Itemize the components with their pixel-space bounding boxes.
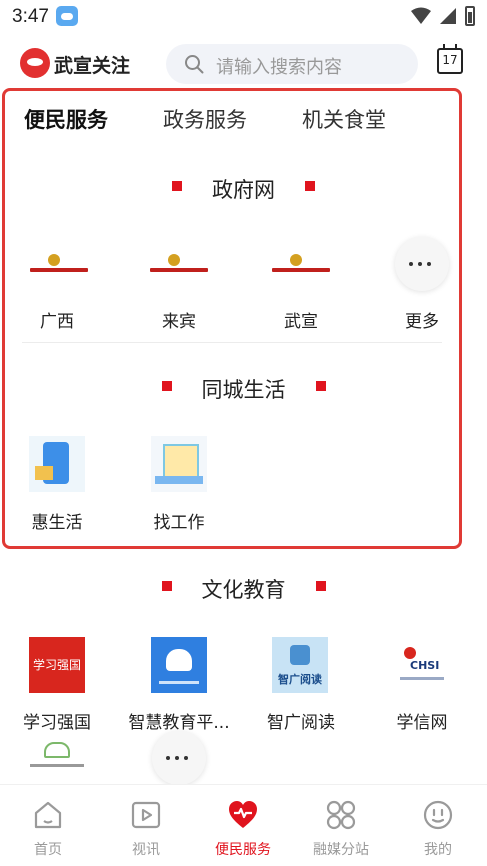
gov-item-more[interactable]: 更多 bbox=[382, 307, 462, 332]
battery-icon bbox=[465, 6, 475, 26]
zhiguang-tile-text: 智广阅读 bbox=[278, 673, 322, 686]
search-placeholder: 请输入搜索内容 bbox=[216, 57, 342, 78]
city-section-title: 同城生活 bbox=[201, 378, 286, 402]
heart-service-icon bbox=[229, 801, 257, 828]
national-culture-logo[interactable] bbox=[28, 740, 88, 780]
nav-video-label: 视讯 bbox=[132, 842, 160, 858]
chsi-tile-text: CHSI bbox=[410, 659, 440, 672]
xuexi-tile-text: 学习强国 bbox=[32, 658, 81, 672]
nav-home[interactable]: 首页 bbox=[8, 795, 88, 865]
chsi-logo[interactable]: CHSI bbox=[394, 637, 450, 693]
nav-home-label: 首页 bbox=[34, 842, 62, 858]
wifi-icon bbox=[411, 7, 431, 24]
zhiguang-reading-logo[interactable]: 智广阅读 bbox=[272, 637, 328, 693]
guangxi-logo-text bbox=[30, 268, 88, 272]
status-icons bbox=[411, 6, 475, 26]
nav-media-label: 融媒分站 bbox=[313, 842, 369, 858]
culture-section-title: 文化教育 bbox=[201, 578, 286, 602]
more-dots-icon bbox=[166, 756, 170, 760]
grid-icon bbox=[326, 800, 356, 830]
nav-media[interactable]: 融媒分站 bbox=[301, 795, 381, 865]
laibin-logo-text bbox=[150, 268, 208, 272]
gov-section-title: 政府网 bbox=[212, 178, 275, 202]
nav-profile-label: 我的 bbox=[424, 842, 452, 858]
tab-convenience[interactable]: 便民服务 bbox=[24, 104, 108, 134]
more-culture-button[interactable] bbox=[152, 731, 206, 785]
hui-life-image[interactable] bbox=[29, 436, 85, 492]
culture-item-zhiguang[interactable]: 智广阅读 bbox=[261, 708, 341, 733]
find-job-image[interactable] bbox=[151, 436, 207, 492]
nav-service-label: 便民服务 bbox=[215, 842, 271, 858]
tab-bar: 便民服务 政务服务 机关食堂 bbox=[24, 104, 464, 140]
smile-icon bbox=[423, 800, 453, 830]
search-icon bbox=[185, 55, 204, 74]
signal-icon bbox=[440, 8, 456, 24]
more-dots-icon bbox=[409, 262, 413, 266]
home-icon bbox=[34, 801, 62, 829]
video-icon bbox=[131, 801, 161, 829]
title-marker-right bbox=[316, 581, 326, 591]
nav-profile[interactable]: 我的 bbox=[398, 795, 478, 865]
search-input[interactable]: 请输入搜索内容 bbox=[166, 44, 418, 84]
wuxuan-logo[interactable] bbox=[272, 254, 330, 274]
smart-education-logo[interactable] bbox=[151, 637, 207, 693]
culture-item-xuexi[interactable]: 学习强国 bbox=[17, 708, 97, 733]
tab-canteen[interactable]: 机关食堂 bbox=[302, 104, 386, 134]
bottom-nav: 首页 视讯 便民服务 融媒分站 我的 bbox=[0, 784, 487, 866]
app-logo bbox=[20, 48, 50, 78]
national-emblem-icon bbox=[168, 254, 180, 266]
gov-item-laibin[interactable]: 来宾 bbox=[139, 307, 219, 332]
wuxuan-logo-text bbox=[272, 268, 330, 272]
city-item-find-job[interactable]: 找工作 bbox=[139, 508, 219, 533]
status-time: 3:47 bbox=[12, 6, 49, 27]
app-title: 武宣关注 bbox=[54, 55, 131, 77]
guangxi-logo[interactable] bbox=[30, 254, 88, 274]
title-marker-right bbox=[305, 181, 315, 191]
cloud-notification-icon bbox=[56, 6, 78, 26]
national-emblem-icon bbox=[290, 254, 302, 266]
calendar-day: 17 bbox=[442, 53, 458, 67]
xuexi-qiangguo-logo[interactable]: 学习强国 bbox=[29, 637, 85, 693]
tab-government[interactable]: 政务服务 bbox=[163, 104, 247, 134]
calendar-icon[interactable]: 17 bbox=[437, 44, 463, 74]
status-bar: 3:47 bbox=[0, 0, 487, 34]
gov-item-wuxuan[interactable]: 武宣 bbox=[261, 307, 341, 332]
app-header: 武宣关注 请输入搜索内容 17 bbox=[0, 40, 487, 88]
laibin-logo[interactable] bbox=[150, 254, 208, 274]
more-gov-button[interactable] bbox=[395, 237, 449, 291]
nav-video[interactable]: 视讯 bbox=[106, 795, 186, 865]
national-emblem-icon bbox=[48, 254, 60, 266]
culture-item-chsi[interactable]: 学信网 bbox=[382, 708, 462, 733]
city-item-hui-life[interactable]: 惠生活 bbox=[17, 508, 97, 533]
gov-item-guangxi[interactable]: 广西 bbox=[17, 307, 97, 332]
section-divider bbox=[22, 342, 442, 343]
nav-service[interactable]: 便民服务 bbox=[203, 795, 283, 865]
culture-item-smart-education[interactable]: 智慧教育平... bbox=[124, 708, 234, 733]
title-marker-right bbox=[316, 381, 326, 391]
